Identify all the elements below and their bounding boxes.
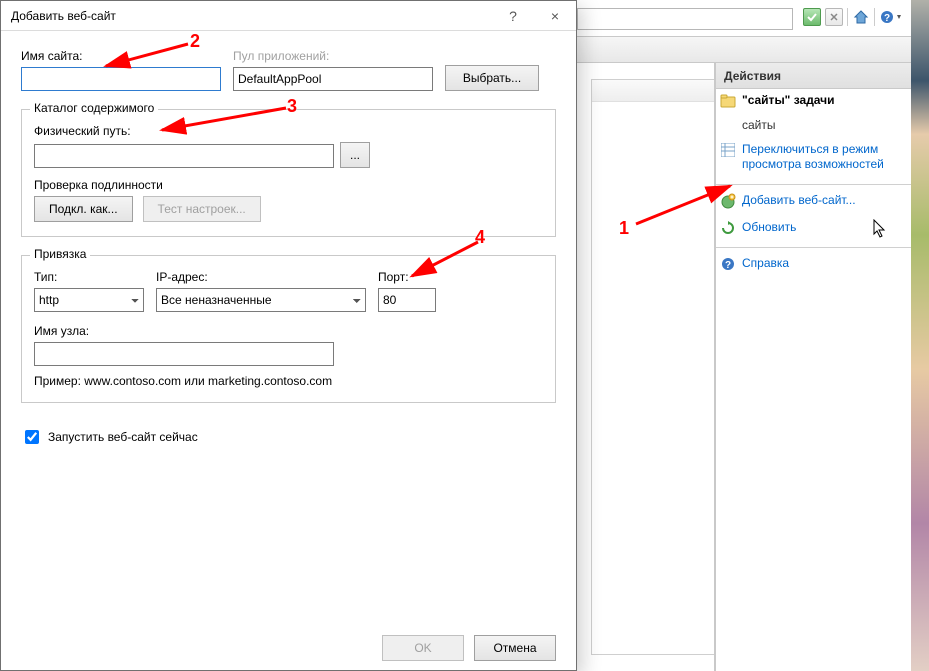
dialog-footer: OK Отмена bbox=[1, 626, 576, 670]
start-now-checkbox[interactable]: Запустить веб-сайт сейчас bbox=[21, 427, 556, 447]
home-icon[interactable] bbox=[852, 8, 870, 26]
dialog-titlebar[interactable]: Добавить веб-сайт ? × bbox=[1, 1, 576, 31]
group-title: Привязка bbox=[30, 247, 90, 261]
action-help[interactable]: ? Справка bbox=[716, 252, 911, 279]
hostname-label: Имя узла: bbox=[34, 324, 543, 338]
ok-button: OK bbox=[382, 635, 464, 661]
cancel-button[interactable]: Отмена bbox=[474, 635, 556, 661]
action-sites-sub: сайты bbox=[716, 116, 911, 138]
action-label: Обновить bbox=[742, 220, 796, 235]
address-bar[interactable] bbox=[577, 8, 793, 30]
close-button[interactable]: × bbox=[534, 1, 576, 31]
binding-type-label: Тип: bbox=[34, 270, 144, 284]
hostname-input[interactable] bbox=[34, 342, 334, 366]
start-now-input[interactable] bbox=[25, 430, 39, 444]
hostname-example: Пример: www.contoso.com или marketing.co… bbox=[34, 374, 543, 388]
annotation-number-1: 1 bbox=[619, 218, 629, 239]
dialog-title: Добавить веб-сайт bbox=[11, 9, 492, 23]
physical-path-label: Физический путь: bbox=[34, 124, 543, 138]
stop-icon[interactable] bbox=[825, 8, 843, 26]
binding-ip-label: IP-адрес: bbox=[156, 270, 366, 284]
browse-button[interactable]: ... bbox=[340, 142, 370, 168]
center-list-panel bbox=[577, 63, 715, 671]
binding-port-input[interactable] bbox=[378, 288, 436, 312]
folder-icon bbox=[720, 93, 736, 109]
svg-text:?: ? bbox=[884, 13, 890, 24]
binding-ip-select[interactable]: Все неназначенные bbox=[156, 288, 366, 312]
cursor-icon bbox=[873, 219, 887, 239]
grid-icon bbox=[720, 142, 736, 158]
annotation-number-4: 4 bbox=[475, 227, 485, 248]
app-pool-label: Пул приложений: bbox=[233, 49, 433, 63]
action-site-tasks[interactable]: "сайты" задачи bbox=[716, 89, 911, 116]
start-now-label: Запустить веб-сайт сейчас bbox=[48, 430, 198, 444]
list-header[interactable] bbox=[592, 80, 714, 102]
app-pool-input bbox=[233, 67, 433, 91]
binding-type-select[interactable]: http bbox=[34, 288, 144, 312]
actions-header: Действия bbox=[716, 63, 911, 89]
action-label: Переключиться в режим просмотра возможно… bbox=[742, 142, 905, 172]
auth-label: Проверка подлинности bbox=[34, 178, 543, 192]
binding-group: Привязка Тип: http IP-адрес: Все неназна… bbox=[21, 255, 556, 403]
refresh-icon bbox=[720, 220, 736, 236]
help-icon: ? bbox=[720, 256, 736, 272]
globe-plus-icon bbox=[720, 193, 736, 209]
action-switch-view[interactable]: Переключиться в режим просмотра возможно… bbox=[716, 138, 911, 180]
physical-path-input[interactable] bbox=[34, 144, 334, 168]
help-button[interactable]: ? bbox=[492, 1, 534, 31]
actions-panel: Действия "сайты" задачи сайты Переключит… bbox=[715, 63, 911, 671]
group-title: Каталог содержимого bbox=[30, 101, 158, 115]
toolbar-icons: ? bbox=[803, 8, 905, 26]
svg-text:?: ? bbox=[725, 260, 731, 271]
action-label: "сайты" задачи bbox=[742, 93, 835, 108]
annotation-number-2: 2 bbox=[190, 31, 200, 52]
site-name-input[interactable] bbox=[21, 67, 221, 91]
action-add-website[interactable]: Добавить веб-сайт... bbox=[716, 189, 911, 216]
help-dropdown-icon[interactable]: ? bbox=[879, 8, 905, 26]
connect-as-button[interactable]: Подкл. как... bbox=[34, 196, 133, 222]
iis-toolbar: ? bbox=[577, 0, 911, 63]
select-app-pool-button[interactable]: Выбрать... bbox=[445, 65, 539, 91]
content-directory-group: Каталог содержимого Физический путь: ...… bbox=[21, 109, 556, 237]
action-label: Добавить веб-сайт... bbox=[742, 193, 856, 208]
desktop-wallpaper bbox=[911, 0, 929, 671]
go-icon[interactable] bbox=[803, 8, 821, 26]
annotation-number-3: 3 bbox=[287, 96, 297, 117]
binding-port-label: Порт: bbox=[378, 270, 436, 284]
action-label: Справка bbox=[742, 256, 789, 271]
test-settings-button: Тест настроек... bbox=[143, 196, 261, 222]
